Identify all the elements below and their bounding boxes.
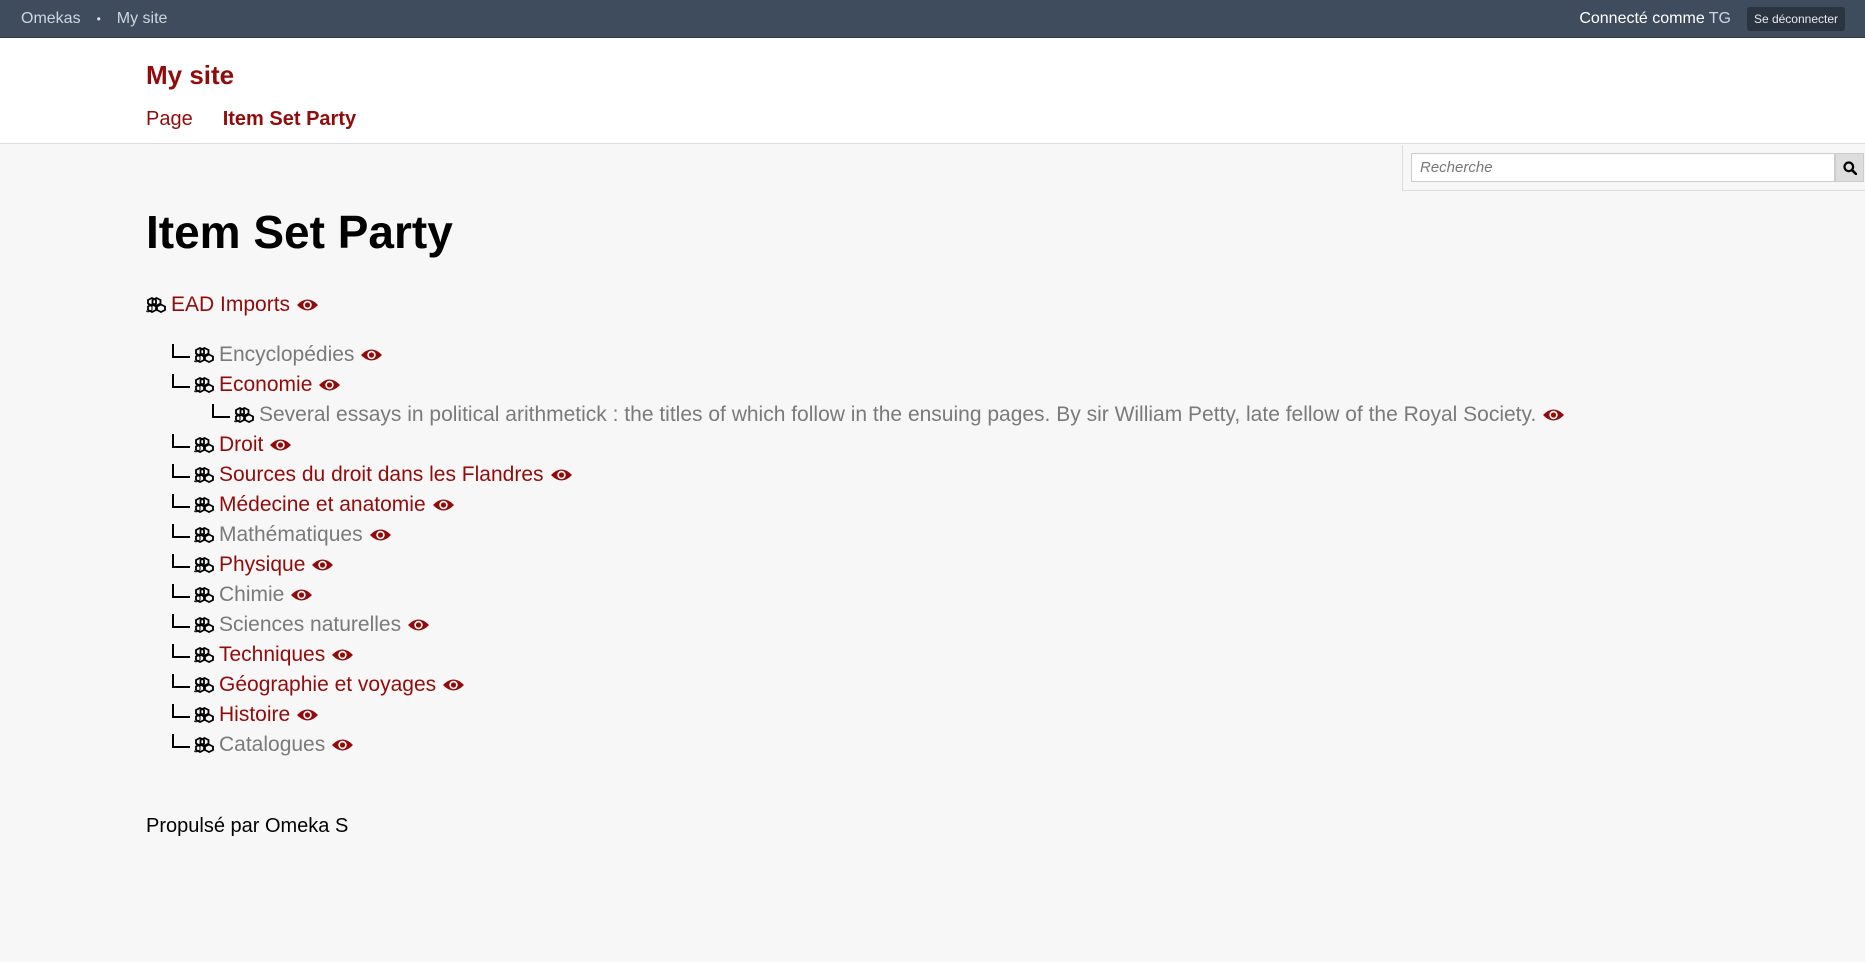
item-set-link[interactable]: Techniques <box>219 643 325 667</box>
item-set-icon <box>194 437 214 453</box>
item-set-link[interactable]: Physique <box>219 553 305 577</box>
tree-branch <box>172 434 190 448</box>
tree-item: Géographie et voyages <box>146 670 1565 700</box>
eye-icon[interactable] <box>407 617 430 633</box>
tree-item: Several essays in political arithmetick … <box>146 400 1565 430</box>
item-set-link[interactable]: Histoire <box>219 703 290 727</box>
tree-item: Encyclopédies <box>146 340 1565 370</box>
item-set-link[interactable]: Géographie et voyages <box>219 673 436 697</box>
logout-button[interactable]: Se déconnecter <box>1746 6 1845 31</box>
page-title: Item Set Party <box>146 206 453 258</box>
item-set-link[interactable]: Catalogues <box>219 733 325 757</box>
item-set-link[interactable]: Mathématiques <box>219 523 363 547</box>
tree-branch <box>172 734 190 748</box>
item-set-link[interactable]: Médecine et anatomie <box>219 493 426 517</box>
logged-in-label: Connecté comme <box>1579 9 1705 27</box>
tree-item: Chimie <box>146 580 1565 610</box>
eye-icon[interactable] <box>432 497 455 513</box>
item-set-tree: EAD Imports Encyclopédies Economie Several … <box>146 290 1565 760</box>
tree-branch <box>172 614 190 628</box>
eye-icon[interactable] <box>442 677 465 693</box>
tree-branch <box>172 524 190 538</box>
item-set-icon <box>194 617 214 633</box>
tree-item: Sciences naturelles <box>146 610 1565 640</box>
tree-item: Mathématiques <box>146 520 1565 550</box>
site-nav: Page Item Set Party <box>146 108 356 131</box>
eye-icon[interactable] <box>290 587 313 603</box>
nav-page[interactable]: Page <box>146 108 193 131</box>
search-icon <box>1842 160 1857 175</box>
item-set-icon <box>194 377 214 393</box>
item-set-link[interactable]: EAD Imports <box>171 293 290 317</box>
tree-branch <box>172 464 190 478</box>
item-set-link[interactable]: Economie <box>219 373 312 397</box>
admin-bar: Omekas • My site Connecté comme TG Se dé… <box>0 0 1865 38</box>
item-set-icon <box>194 677 214 693</box>
item-set-link[interactable]: Sciences naturelles <box>219 613 401 637</box>
item-set-icon <box>194 527 214 543</box>
item-set-icon <box>194 737 214 753</box>
eye-icon[interactable] <box>1542 407 1565 423</box>
tree-item: Médecine et anatomie <box>146 490 1565 520</box>
tree-branch <box>172 674 190 688</box>
eye-icon[interactable] <box>296 297 319 313</box>
eye-icon[interactable] <box>331 647 354 663</box>
search-button[interactable] <box>1835 153 1864 182</box>
tree-item: Histoire <box>146 700 1565 730</box>
admin-home-link[interactable]: Omekas <box>21 10 81 28</box>
item-set-link[interactable]: Sources du droit dans les Flandres <box>219 463 544 487</box>
tree-branch <box>172 344 190 358</box>
admin-bar-separator: • <box>96 11 101 26</box>
admin-bar-left: Omekas • My site <box>21 10 167 28</box>
item-set-link[interactable]: Several essays in political arithmetick … <box>259 403 1536 427</box>
tree-item: Droit <box>146 430 1565 460</box>
search-input[interactable] <box>1411 153 1835 182</box>
tree-item: Catalogues <box>146 730 1565 760</box>
eye-icon[interactable] <box>369 527 392 543</box>
eye-icon[interactable] <box>269 437 292 453</box>
tree-branch <box>172 494 190 508</box>
tree-item: Economie <box>146 370 1565 400</box>
tree-branch <box>212 404 230 418</box>
footer-text: Propulsé par Omeka S <box>146 815 349 837</box>
eye-icon[interactable] <box>331 737 354 753</box>
eye-icon[interactable] <box>360 347 383 363</box>
tree-item: Techniques <box>146 640 1565 670</box>
admin-site-link[interactable]: My site <box>117 10 168 28</box>
item-set-icon <box>194 467 214 483</box>
tree-item: Physique <box>146 550 1565 580</box>
user-link[interactable]: TG <box>1709 10 1731 28</box>
item-set-link[interactable]: Encyclopédies <box>219 343 354 367</box>
eye-icon[interactable] <box>311 557 334 573</box>
eye-icon[interactable] <box>318 377 341 393</box>
tree-branch <box>172 644 190 658</box>
item-set-icon <box>194 647 214 663</box>
item-set-icon <box>194 557 214 573</box>
item-set-link[interactable]: Droit <box>219 433 263 457</box>
item-set-link[interactable]: Chimie <box>219 583 284 607</box>
site-header: My site Page Item Set Party <box>0 38 1865 144</box>
tree-item: Sources du droit dans les Flandres <box>146 460 1565 490</box>
search-form <box>1402 145 1865 191</box>
item-set-icon <box>234 407 254 423</box>
admin-bar-right: Connecté comme TG Se déconnecter <box>1579 6 1845 31</box>
item-set-icon <box>194 347 214 363</box>
tree-branch <box>172 704 190 718</box>
item-set-icon <box>194 707 214 723</box>
eye-icon[interactable] <box>296 707 319 723</box>
item-set-icon <box>146 297 166 313</box>
tree-root-item: EAD Imports <box>146 290 1565 320</box>
site-title[interactable]: My site <box>146 60 234 91</box>
tree-branch <box>172 554 190 568</box>
item-set-icon <box>194 587 214 603</box>
tree-branch <box>172 584 190 598</box>
eye-icon[interactable] <box>550 467 573 483</box>
nav-item-set-party[interactable]: Item Set Party <box>223 108 356 131</box>
item-set-icon <box>194 497 214 513</box>
tree-branch <box>172 374 190 388</box>
